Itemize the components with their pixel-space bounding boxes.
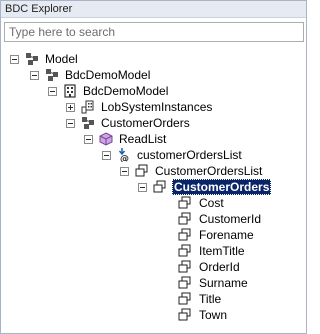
field-icon xyxy=(178,276,192,290)
tree-node-lob-system-detail[interactable]: BdcDemoModel xyxy=(48,83,169,99)
collapse-icon[interactable] xyxy=(10,54,19,64)
field-icon xyxy=(178,212,192,226)
tree-node-collection[interactable]: CustomerOrdersList xyxy=(120,163,263,179)
tree-node-field[interactable]: ItemTitle xyxy=(178,243,246,259)
tree-node-label: ReadList xyxy=(119,132,167,146)
model-icon xyxy=(25,52,39,66)
instances-icon xyxy=(81,100,95,114)
tree-node-field[interactable]: Surname xyxy=(178,275,249,291)
search-input[interactable] xyxy=(4,22,304,42)
tree-node-model[interactable]: Model xyxy=(10,51,79,67)
tree-node-label: CustomerOrdersList xyxy=(155,164,263,178)
collapse-icon[interactable] xyxy=(138,182,147,192)
tree-node-type-descriptor-selected[interactable]: CustomerOrders xyxy=(138,179,272,195)
lob-system-icon xyxy=(45,68,59,82)
field-icon xyxy=(178,292,192,306)
type-descriptor-icon xyxy=(153,180,167,194)
field-label: Town xyxy=(199,308,228,322)
collapse-icon[interactable] xyxy=(48,86,57,96)
field-icon xyxy=(178,260,192,274)
collapse-icon[interactable] xyxy=(84,134,93,144)
selected-node-label: CustomerOrders xyxy=(172,179,272,195)
tree-node-method[interactable]: ReadList xyxy=(84,131,167,147)
tree-node-label: customerOrdersList xyxy=(137,148,242,162)
expand-icon[interactable] xyxy=(66,102,75,112)
tree-node-field[interactable]: OrderId xyxy=(178,259,241,275)
tree-node-label: CustomerOrders xyxy=(101,116,190,130)
tree-node-label: BdcDemoModel xyxy=(65,68,151,82)
field-label: ItemTitle xyxy=(199,244,245,258)
svg-text:@: @ xyxy=(120,155,129,163)
field-label: Surname xyxy=(199,276,248,290)
tree-node-field[interactable]: CustomerId xyxy=(178,211,262,227)
field-label: Forename xyxy=(199,228,254,242)
tree-node-return-parameter[interactable]: @ customerOrdersList xyxy=(102,147,243,163)
tree-node-field[interactable]: Town xyxy=(178,307,228,323)
field-icon xyxy=(178,196,192,210)
building-icon xyxy=(63,84,77,98)
tree-node-lob-system-instances[interactable]: LobSystemInstances xyxy=(66,99,213,115)
tree-node-field[interactable]: Title xyxy=(178,291,222,307)
field-label: OrderId xyxy=(199,260,240,274)
return-parameter-icon: @ xyxy=(117,148,131,162)
tree-node-lob-system[interactable]: BdcDemoModel xyxy=(30,67,151,83)
field-icon xyxy=(178,228,192,242)
tree-node-label: BdcDemoModel xyxy=(83,84,169,98)
field-label: Cost xyxy=(199,196,224,210)
bdc-explorer-window: BDC Explorer Model xyxy=(0,0,307,334)
bdc-tree: Model BdcDemoModel BdcDemoModel LobSyste… xyxy=(1,49,306,333)
collapse-icon[interactable] xyxy=(120,166,129,176)
collapse-icon[interactable] xyxy=(102,150,111,160)
tree-node-label: LobSystemInstances xyxy=(101,100,213,114)
tree-node-field[interactable]: Cost xyxy=(178,195,225,211)
window-title: BDC Explorer xyxy=(1,1,306,18)
field-label: Title xyxy=(199,292,222,306)
tree-node-label: Model xyxy=(45,52,78,66)
entity-icon xyxy=(81,116,95,130)
field-label: CustomerId xyxy=(199,212,262,226)
collapse-icon[interactable] xyxy=(30,70,39,80)
tree-node-entity[interactable]: CustomerOrders xyxy=(66,115,191,131)
collapse-icon[interactable] xyxy=(66,118,75,128)
tree-node-field[interactable]: Forename xyxy=(178,227,255,243)
field-icon xyxy=(178,308,192,322)
type-descriptor-icon xyxy=(135,164,149,178)
method-cube-icon xyxy=(99,132,113,146)
field-icon xyxy=(178,244,192,258)
